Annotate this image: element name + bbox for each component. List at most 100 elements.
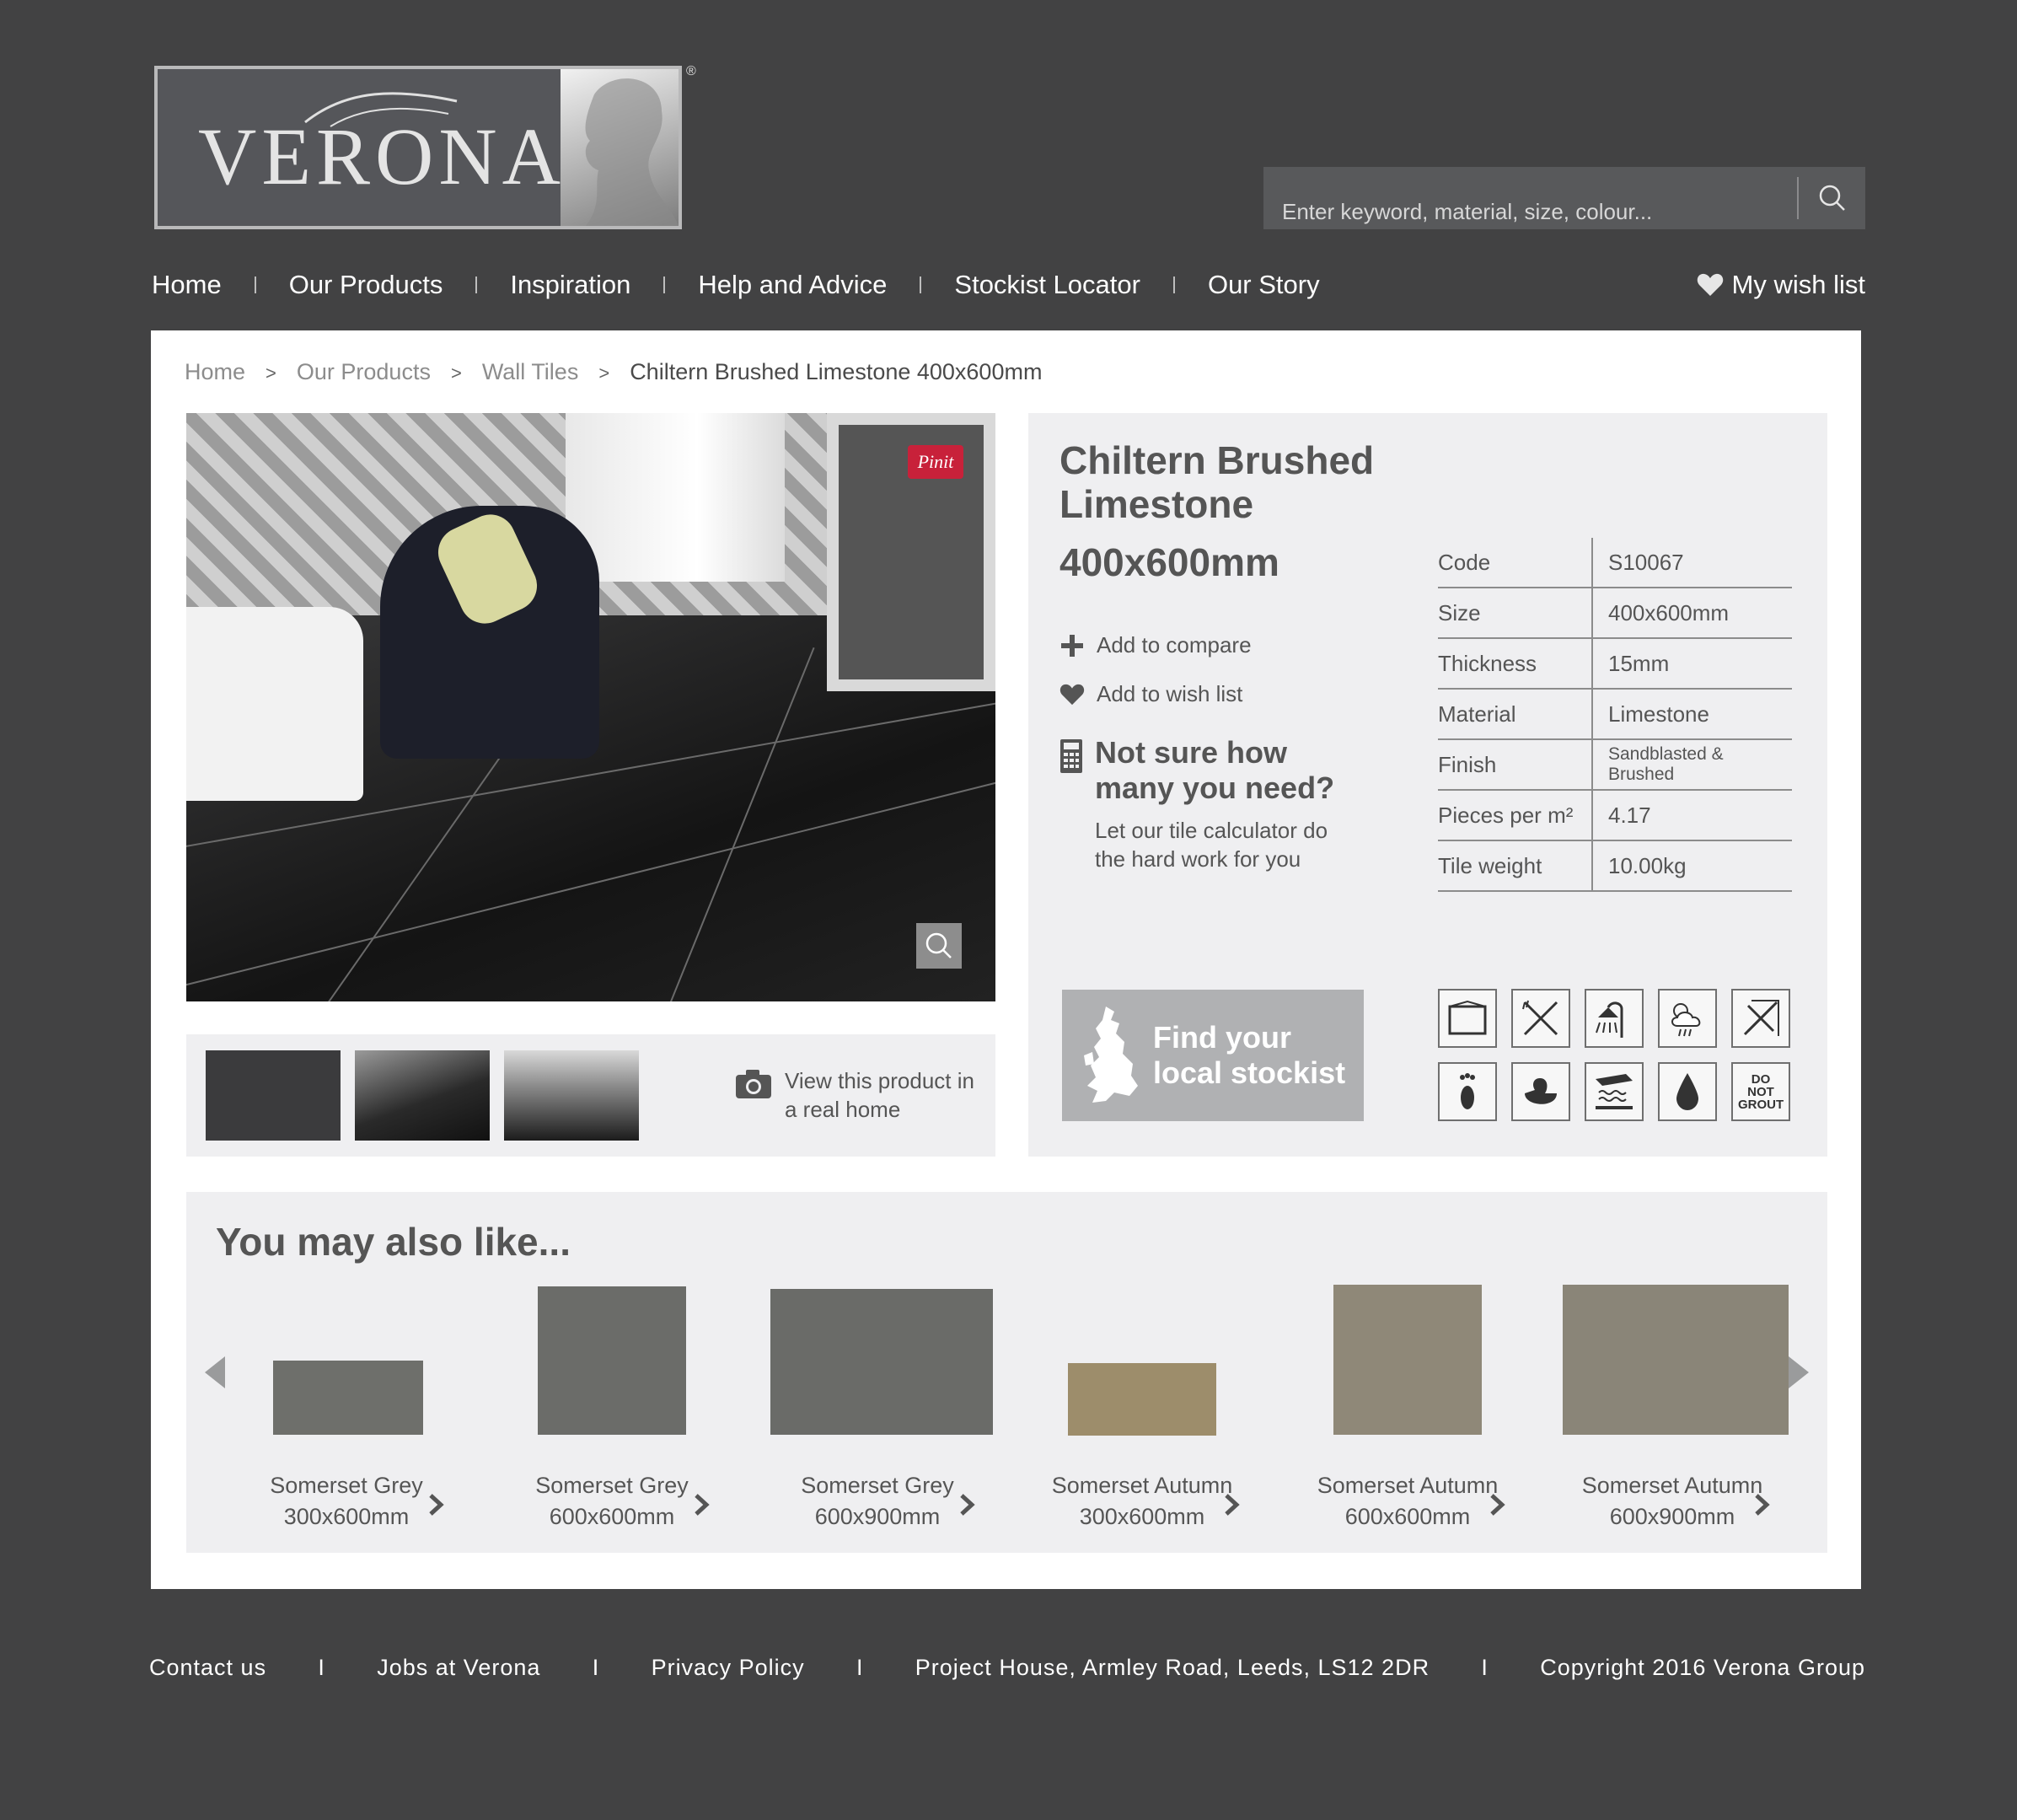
footer-contact-us[interactable]: Contact us xyxy=(149,1655,266,1681)
thumbnail-room[interactable] xyxy=(355,1050,490,1141)
pinit-button[interactable]: Pinit xyxy=(908,445,963,479)
chevron-right-icon xyxy=(695,1494,710,1516)
spec-value: 15mm xyxy=(1592,638,1792,690)
camera-icon xyxy=(736,1070,771,1098)
thumbnail-strip: View this product in a real home xyxy=(186,1034,995,1157)
carousel-prev-arrow[interactable] xyxy=(203,1355,227,1390)
spec-row: Pieces per m² 4.17 xyxy=(1438,790,1792,841)
related-product-tile xyxy=(273,1361,423,1435)
add-to-wishlist-button[interactable]: Add to wish list xyxy=(1059,681,1242,707)
related-product-card[interactable]: Somerset Grey 300x600mm xyxy=(245,1192,448,1553)
find-stockist-label: Find your local stockist xyxy=(1153,1020,1346,1090)
chevron-right-icon xyxy=(1490,1494,1505,1516)
related-product-name: Somerset Autumn xyxy=(1581,1473,1763,1498)
related-product-tile xyxy=(538,1286,686,1435)
nav-our-products[interactable]: Our Products xyxy=(289,270,443,300)
product-hero-image[interactable]: Pinit xyxy=(186,413,995,1001)
add-to-compare-button[interactable]: Add to compare xyxy=(1059,632,1252,658)
related-product-card[interactable]: Somerset Autumn 600x900mm xyxy=(1563,1192,1789,1553)
nav-stockist-locator[interactable]: Stockist Locator xyxy=(954,270,1140,300)
related-product-size: 300x600mm xyxy=(1079,1504,1205,1529)
zoom-icon xyxy=(925,932,952,958)
related-product-tile xyxy=(1068,1363,1216,1436)
spec-row: Material Limestone xyxy=(1438,689,1792,740)
breadcrumb-home[interactable]: Home xyxy=(185,359,245,385)
bathroom-duck-icon xyxy=(1511,1062,1570,1121)
spec-row: Size 400x600mm xyxy=(1438,588,1792,639)
floor-footprint-icon xyxy=(1438,1062,1497,1121)
carousel-next-arrow[interactable] xyxy=(1787,1355,1810,1390)
breadcrumb-separator: > xyxy=(266,362,276,384)
wishlist-link[interactable]: My wish list xyxy=(1697,266,1865,303)
no-cutting-icon xyxy=(1731,989,1790,1048)
footer-separator: I xyxy=(1481,1655,1489,1680)
nav-home[interactable]: Home xyxy=(152,270,222,300)
breadcrumb-separator: > xyxy=(598,362,610,384)
nav-separator xyxy=(920,276,922,293)
thumbnail-mirror[interactable] xyxy=(504,1050,639,1141)
spec-table: Code S10067 Size 400x600mm Thickness 15mm M… xyxy=(1438,538,1792,892)
heart-icon xyxy=(1697,273,1723,296)
related-products: You may also like... Somerset Grey 300x60… xyxy=(186,1192,1827,1553)
add-to-compare-label: Add to compare xyxy=(1097,632,1252,658)
spec-row: Thickness 15mm xyxy=(1438,638,1792,690)
related-product-card[interactable]: Somerset Grey 600x600mm xyxy=(511,1192,713,1553)
related-product-name: Somerset Grey xyxy=(535,1473,689,1498)
spec-key: Thickness xyxy=(1438,638,1593,690)
chevron-right-icon xyxy=(960,1494,975,1516)
kitchen-icon xyxy=(1511,989,1570,1048)
related-product-tile xyxy=(1333,1285,1482,1435)
related-product-name: Somerset Autumn xyxy=(1317,1473,1499,1498)
nav-separator xyxy=(663,276,666,293)
search-button[interactable] xyxy=(1800,167,1865,229)
search-divider xyxy=(1797,177,1799,219)
search-input[interactable] xyxy=(1280,167,1773,244)
related-product-name: Somerset Grey xyxy=(270,1473,423,1498)
do-not-grout-label: DO NOT GROUT xyxy=(1738,1071,1784,1112)
related-product-tile xyxy=(1563,1285,1789,1435)
product-size-heading: 400x600mm xyxy=(1059,540,1279,584)
spec-row: Finish Sandblasted & Brushed xyxy=(1438,739,1792,791)
spec-value: S10067 xyxy=(1592,538,1792,588)
breadcrumb-wall-tiles[interactable]: Wall Tiles xyxy=(482,359,579,385)
zoom-button[interactable] xyxy=(916,923,962,969)
related-product-name: Somerset Grey xyxy=(801,1473,954,1498)
nav-our-story[interactable]: Our Story xyxy=(1208,270,1320,300)
footer-jobs[interactable]: Jobs at Verona xyxy=(377,1655,540,1681)
thumbnail-tile[interactable] xyxy=(206,1050,341,1141)
window-area xyxy=(566,413,785,582)
spec-value: 4.17 xyxy=(1592,790,1792,841)
related-product-card[interactable]: Somerset Autumn 600x600mm xyxy=(1306,1192,1509,1553)
product-info-box: Chiltern Brushed Limestone 400x600mm Add… xyxy=(1028,413,1827,1157)
spec-key: Pieces per m² xyxy=(1438,790,1593,841)
breadcrumb-our-products[interactable]: Our Products xyxy=(297,359,431,385)
spec-value: 400x600mm xyxy=(1592,588,1792,639)
spec-value: 10.00kg xyxy=(1592,840,1792,892)
water-drop-icon xyxy=(1658,1062,1717,1121)
heart-icon xyxy=(1059,684,1085,705)
breadcrumb-current: Chiltern Brushed Limestone 400x600mm xyxy=(630,359,1043,384)
related-product-name: Somerset Autumn xyxy=(1051,1473,1233,1498)
chevron-right-icon xyxy=(1225,1494,1240,1516)
view-real-home-link[interactable]: View this product in a real home xyxy=(734,1066,979,1124)
related-product-card[interactable]: Somerset Grey 600x900mm xyxy=(770,1192,993,1553)
tile-calculator-link[interactable]: Not sure how many you need? Let our tile… xyxy=(1059,735,1356,873)
nav-help-and-advice[interactable]: Help and Advice xyxy=(698,270,887,300)
main-nav: Home Our Products Inspiration Help and A… xyxy=(152,266,1320,303)
related-product-card[interactable]: Somerset Autumn 300x600mm xyxy=(1041,1192,1243,1553)
nav-inspiration[interactable]: Inspiration xyxy=(510,270,630,300)
statue-bust-image xyxy=(561,69,679,226)
spec-key: Code xyxy=(1438,538,1593,588)
verona-logo[interactable]: VERONA xyxy=(154,66,682,229)
spec-value: Sandblasted & Brushed xyxy=(1592,739,1792,791)
footer-privacy-policy[interactable]: Privacy Policy xyxy=(652,1655,805,1681)
footer-address: Project House, Armley Road, Leeds, LS12 … xyxy=(915,1655,1430,1680)
find-stockist-button[interactable]: Find your local stockist xyxy=(1062,990,1364,1121)
chevron-right-icon xyxy=(429,1494,444,1516)
spec-key: Material xyxy=(1438,689,1593,740)
do-not-grout-icon: DO NOT GROUT xyxy=(1731,1062,1790,1121)
related-product-size: 300x600mm xyxy=(283,1504,410,1529)
calculator-text: Let our tile calculator do the hard work… xyxy=(1095,818,1328,872)
footer-copyright: Copyright 2016 Verona Group xyxy=(1540,1655,1865,1680)
footer-separator: I xyxy=(592,1655,600,1680)
